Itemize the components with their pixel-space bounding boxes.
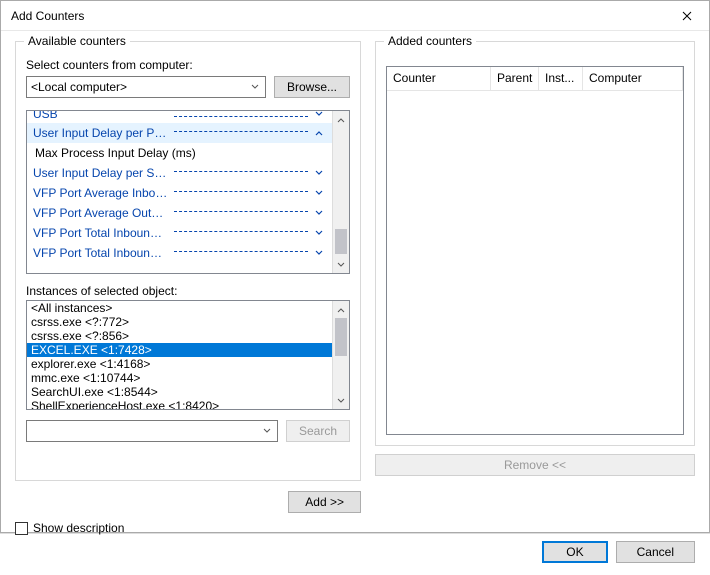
scroll-up-icon[interactable] [333,111,349,128]
browse-button[interactable]: Browse... [274,76,350,98]
tree-item[interactable]: User Input Delay per Session [27,163,332,183]
computer-value: <Local computer> [31,80,127,94]
list-item[interactable]: <All instances> [27,301,332,315]
cancel-button[interactable]: Cancel [616,541,695,563]
tree-subitem-label: Max Process Input Delay (ms) [29,146,202,160]
chevron-down-icon [312,206,326,220]
scroll-thumb[interactable] [335,318,347,356]
instance-search-combo[interactable] [26,420,278,442]
add-button[interactable]: Add >> [288,491,361,513]
added-counters-group: Added counters Counter Parent Inst... Co… [375,41,695,446]
list-item[interactable]: csrss.exe <?:772> [27,315,332,329]
tree-item[interactable]: User Input Delay per Process [27,123,332,143]
column-counter[interactable]: Counter [387,67,491,91]
tree-item-label: User Input Delay per Session [33,166,172,180]
chevron-down-icon [312,246,326,260]
instances-scrollbar[interactable] [332,301,349,409]
column-parent[interactable]: Parent [491,67,539,91]
scroll-up-icon[interactable] [333,301,349,318]
titlebar[interactable]: Add Counters [1,1,709,31]
tree-item-label: User Input Delay per Process [33,126,172,140]
scroll-down-icon[interactable] [333,392,349,409]
list-item[interactable]: EXCEL.EXE <1:7428> [27,343,332,357]
added-counters-table[interactable]: Counter Parent Inst... Computer [386,66,684,435]
list-item[interactable]: SearchUI.exe <1:8544> [27,385,332,399]
instances-listbox[interactable]: <All instances>csrss.exe <?:772>csrss.ex… [26,300,350,410]
list-item[interactable]: mmc.exe <1:10744> [27,371,332,385]
column-instance[interactable]: Inst... [539,67,583,91]
chevron-down-icon [259,423,275,439]
ok-button[interactable]: OK [542,541,607,563]
tree-item-label: USB [33,111,172,121]
chevron-down-icon [312,186,326,200]
table-header: Counter Parent Inst... Computer [387,67,683,91]
added-counters-label: Added counters [384,34,476,48]
available-counters-label: Available counters [24,34,130,48]
chevron-down-icon [247,79,263,95]
list-item[interactable]: explorer.exe <1:4168> [27,357,332,371]
tree-item-label: VFP Port Total Inbound Network Traffic [33,246,172,260]
tree-item[interactable]: VFP Port Average Inbound Network Traffic [27,183,332,203]
tree-item-label: VFP Port Average Outbound Network Traffi… [33,206,172,220]
search-button[interactable]: Search [286,420,350,442]
select-computer-label: Select counters from computer: [26,58,350,72]
chevron-down-icon [312,166,326,180]
scroll-down-icon[interactable] [333,256,349,273]
chevron-down-icon [312,226,326,240]
available-counters-group: Available counters Select counters from … [15,41,361,481]
tree-item[interactable]: VFP Port Total Inbound Network Traffic [27,243,332,263]
window-title: Add Counters [11,9,665,23]
tree-scrollbar[interactable] [332,111,349,273]
close-button[interactable] [665,1,709,31]
chevron-up-icon [312,126,326,140]
list-item[interactable]: ShellExperienceHost.exe <1:8420> [27,399,332,409]
add-counters-dialog: Add Counters Available counters Select c… [0,0,710,533]
computer-combobox[interactable]: <Local computer> [26,76,266,98]
column-computer[interactable]: Computer [583,67,683,91]
tree-item[interactable]: VFP Port Average Outbound Network Traffi… [27,203,332,223]
counter-tree[interactable]: USB User Input Delay per Process Max Proce… [26,110,350,274]
tree-item-label: VFP Port Total Inbound Dropped Network P… [33,226,172,240]
scroll-thumb[interactable] [335,229,347,254]
instances-label: Instances of selected object: [26,284,350,298]
list-item[interactable]: csrss.exe <?:856> [27,329,332,343]
chevron-down-icon [312,111,326,121]
tree-item-label: VFP Port Average Inbound Network Traffic [33,186,172,200]
remove-button[interactable]: Remove << [375,454,695,476]
tree-item[interactable]: VFP Port Total Inbound Dropped Network P… [27,223,332,243]
tree-item[interactable]: USB [27,111,332,123]
tree-subitem[interactable]: Max Process Input Delay (ms) [27,143,332,163]
close-icon [682,11,692,21]
